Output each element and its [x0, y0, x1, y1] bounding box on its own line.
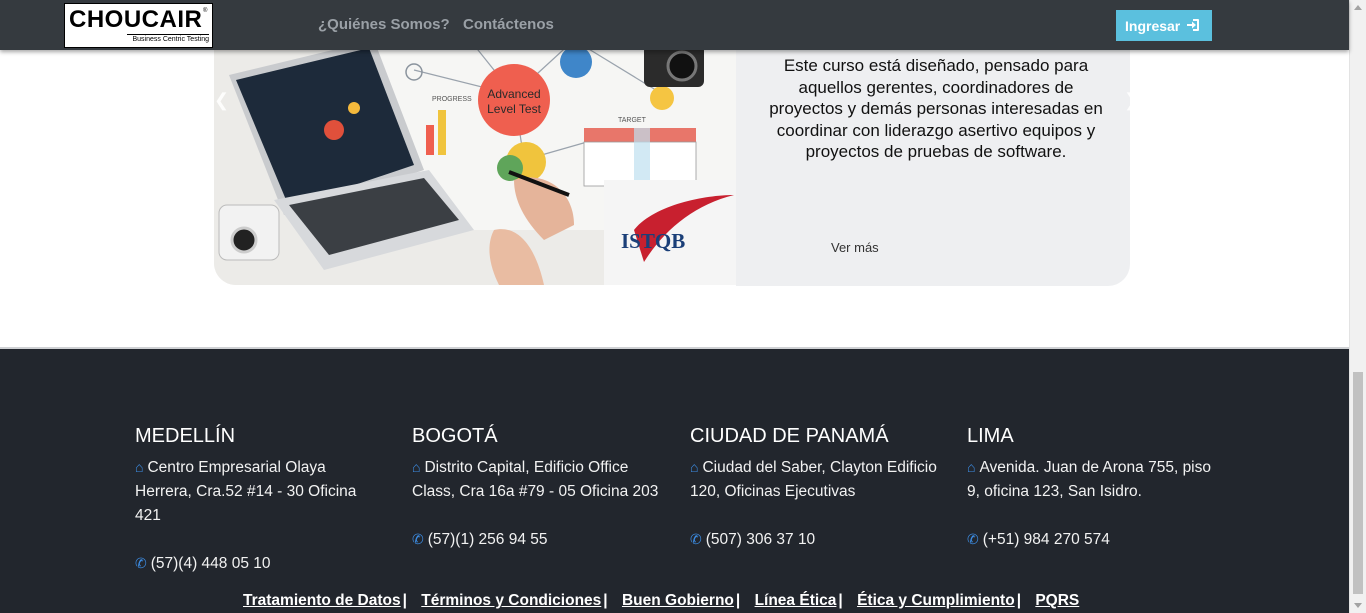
link-tratamiento-datos[interactable]: Tratamiento de Datos: [243, 592, 401, 609]
logo-text: CHOUCAIR: [69, 6, 203, 33]
login-button[interactable]: Ingresar: [1116, 10, 1212, 41]
top-navbar: CHOUCAIR ® Business Centric Testing ¿Qui…: [0, 0, 1349, 50]
office-phone-text: (57)(4) 448 05 10: [150, 555, 271, 572]
home-icon: ⌂: [967, 459, 976, 475]
phone-icon: ✆: [412, 531, 424, 547]
office-address: ⌂ Distrito Capital, Edificio Office Class…: [412, 455, 662, 504]
page-scrollbar[interactable]: [1349, 0, 1366, 613]
home-icon: ⌂: [135, 459, 144, 475]
login-button-label: Ingresar: [1125, 18, 1181, 34]
link-separator: |: [603, 592, 608, 609]
progress-label: PROGRESS: [432, 96, 472, 103]
badge-line2: Level Test: [487, 102, 541, 116]
office-phone: ✆ (57)(1) 256 94 55: [412, 527, 548, 552]
office-phone-text: (507) 306 37 10: [705, 531, 816, 548]
link-separator: |: [1016, 592, 1022, 609]
badge-line1: Advanced: [487, 87, 540, 101]
nav-link-contactenos[interactable]: Contáctenos: [463, 16, 554, 34]
phone-icon: ✆: [967, 531, 979, 547]
nav-link-quienes-somos[interactable]: ¿Quiénes Somos?: [318, 16, 450, 34]
choucair-logo[interactable]: CHOUCAIR ® Business Centric Testing: [64, 3, 213, 48]
office-medellin: MEDELLÍN ⌂ Centro Empresarial Olaya Herre…: [135, 424, 385, 572]
sign-in-icon: [1186, 18, 1200, 35]
office-lima: LIMA ⌂ Avenida. Juan de Arona 755, piso 9…: [967, 424, 1217, 548]
home-icon: ⌂: [690, 459, 699, 475]
phone-icon: ✆: [135, 555, 147, 571]
scrollbar-thumb[interactable]: [1353, 372, 1363, 594]
office-phone-text: (+51) 984 270 574: [982, 531, 1110, 548]
office-panama: CIUDAD DE PANAMÁ ⌂ Ciudad del Saber, Clay…: [690, 424, 940, 548]
logo-tagline: Business Centric Testing: [127, 34, 209, 43]
office-address: ⌂ Ciudad del Saber, Clayton Edificio 120,…: [690, 455, 940, 504]
carousel-next-icon[interactable]: ❯: [1124, 90, 1139, 111]
office-city: BOGOTÁ: [412, 425, 498, 447]
target-label: TARGET: [618, 117, 647, 124]
scroll-down-icon[interactable]: [1354, 603, 1362, 608]
office-phone: ✆ (57)(4) 448 05 10: [135, 551, 271, 576]
office-city: CIUDAD DE PANAMÁ: [690, 425, 889, 447]
office-address-text: Centro Empresarial Olaya Herrera, Cra.52…: [135, 459, 357, 524]
office-address-text: Distrito Capital, Edificio Office Class,…: [412, 459, 659, 500]
scroll-up-icon[interactable]: [1354, 5, 1362, 10]
footer: MEDELLÍN ⌂ Centro Empresarial Olaya Herre…: [0, 347, 1349, 613]
link-separator: |: [735, 592, 741, 609]
logo-registered-mark: ®: [203, 8, 208, 14]
carousel-prev-icon[interactable]: ❮: [214, 90, 229, 111]
istqb-logo-text: ISTQB: [621, 229, 685, 253]
link-buen-gobierno[interactable]: Buen Gobierno: [622, 592, 734, 609]
office-address-text: Avenida. Juan de Arona 755, piso 9, ofic…: [967, 459, 1211, 500]
link-linea-etica[interactable]: Línea Ética: [755, 592, 837, 609]
footer-links: Tratamiento de Datos | Términos y Condici…: [243, 592, 1079, 610]
link-etica-cumplimiento[interactable]: Ética y Cumplimiento: [857, 592, 1015, 609]
link-separator: |: [402, 592, 407, 609]
office-city: MEDELLÍN: [135, 425, 236, 447]
home-icon: ⌂: [412, 459, 421, 475]
link-pqrs[interactable]: PQRS: [1035, 592, 1079, 609]
office-phone: ✆ (+51) 984 270 574: [967, 527, 1110, 552]
office-address: ⌂ Avenida. Juan de Arona 755, piso 9, ofi…: [967, 455, 1217, 504]
office-address-text: Ciudad del Saber, Clayton Edificio 120, …: [690, 459, 937, 500]
office-phone: ✆ (507) 306 37 10: [690, 527, 815, 552]
link-separator: |: [838, 592, 843, 609]
office-address: ⌂ Centro Empresarial Olaya Herrera, Cra.5…: [135, 455, 385, 528]
phone-icon: ✆: [690, 531, 702, 547]
office-bogota: BOGOTÁ ⌂ Distrito Capital, Edificio Offic…: [412, 424, 662, 548]
office-city: LIMA: [967, 425, 1014, 447]
link-terminos-condiciones[interactable]: Términos y Condiciones: [421, 592, 601, 609]
ver-mas-link[interactable]: Ver más: [831, 240, 879, 255]
office-phone-text: (57)(1) 256 94 55: [427, 531, 548, 548]
course-description: Este curso está diseñado, pensado para a…: [769, 56, 1103, 161]
